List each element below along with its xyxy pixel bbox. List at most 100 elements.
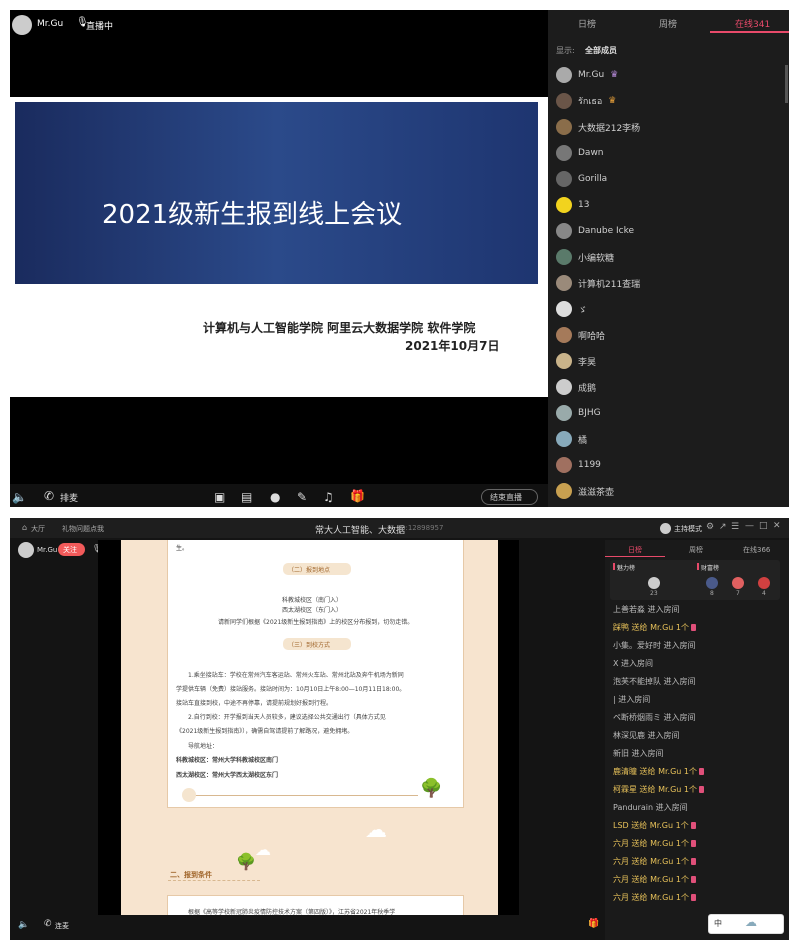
maximize-icon[interactable]: □: [759, 521, 768, 531]
home-icon[interactable]: ⌂: [22, 523, 27, 532]
music-icon[interactable]: ♫: [323, 490, 334, 504]
chat-message: 上善若淼 进入房间: [613, 604, 680, 615]
member-item[interactable]: Danube Icke: [556, 220, 634, 242]
chat-username[interactable]: 柯霖星: [613, 785, 637, 794]
follow-label: 关注: [63, 546, 77, 554]
avatar: [556, 249, 572, 265]
chat-username[interactable]: LSD: [613, 821, 629, 830]
top-streamer-avatar[interactable]: [12, 15, 32, 35]
bottom-tab-online[interactable]: 在线366: [743, 545, 770, 555]
close-icon[interactable]: ✕: [773, 521, 781, 531]
member-item[interactable]: BJHG: [556, 402, 601, 424]
chat-message: 六月 送给 Mr.Gu 1个: [613, 874, 696, 885]
doc-text: 《2021级新生报到指南》），确需自驾请提前了解路况，避免拥堵。: [176, 728, 354, 735]
tab-weekly[interactable]: 周榜: [659, 17, 677, 30]
member-name: 小编软糖: [578, 253, 615, 264]
phone-icon[interactable]: ✆: [44, 489, 54, 503]
member-item[interactable]: Gorilla: [556, 168, 607, 190]
volume-icon[interactable]: 🔈: [12, 490, 27, 504]
member-name: 啊哈哈: [578, 331, 606, 342]
avatar: [556, 171, 572, 187]
charm-rank-label[interactable]: 魅力榜: [617, 563, 635, 572]
settings-icon[interactable]: ⚙: [706, 522, 714, 532]
member-item[interactable]: 滋滋茶壶: [556, 480, 614, 502]
bottom-tab-weekly[interactable]: 周榜: [689, 545, 703, 555]
bottom-streamer-avatar[interactable]: [18, 542, 34, 558]
chat-username[interactable]: 泡芙不能掉队: [613, 677, 661, 686]
nav-gift-records[interactable]: 礼物问题点我: [62, 524, 104, 534]
host-mode[interactable]: 主持模式: [674, 524, 702, 534]
gift-icon: [691, 894, 696, 901]
cloud-icon: ☁: [255, 840, 271, 859]
top-mic-label[interactable]: 排麦: [60, 491, 78, 504]
chat-username[interactable]: 六月: [613, 857, 629, 866]
member-item[interactable]: 大数据212李杨: [556, 116, 640, 138]
section-title-conditions: 二、报到条件: [170, 871, 212, 879]
screen-share-icon[interactable]: ▤: [241, 490, 252, 504]
chat-username[interactable]: 六月: [613, 893, 629, 902]
member-item[interactable]: ゞ: [556, 298, 587, 320]
chat-message: 六月 送给 Mr.Gu 1个: [613, 838, 696, 849]
chat-username[interactable]: Pandurain: [613, 803, 653, 812]
menu-icon[interactable]: ☰: [731, 522, 739, 532]
tab-online[interactable]: 在线341: [735, 17, 770, 30]
host-avatar: [660, 523, 671, 534]
member-item[interactable]: 13: [556, 194, 589, 216]
chat-text: 进入房间: [653, 803, 688, 812]
minimize-icon[interactable]: —: [745, 521, 754, 531]
chat-text: 进入房间: [645, 731, 680, 740]
microphone-icon[interactable]: ●: [270, 490, 280, 504]
chat-username[interactable]: ペ断桥烟雨ミ: [613, 713, 661, 722]
member-item[interactable]: 橘: [556, 428, 587, 450]
chat-username[interactable]: 鹿清瞳: [613, 767, 637, 776]
member-scrollbar[interactable]: [785, 65, 788, 103]
filter-value[interactable]: 全部成员: [585, 45, 617, 56]
member-item[interactable]: Dawn: [556, 142, 604, 164]
chat-username[interactable]: 上善若淼: [613, 605, 645, 614]
chat-username[interactable]: 林深见鹿: [613, 731, 645, 740]
bottom-tab-daily[interactable]: 日榜: [628, 545, 642, 555]
bottom-tab-daily-underline: [605, 556, 665, 557]
bottom-gift-icon[interactable]: 🎁: [588, 919, 599, 929]
chat-text: 进入房间: [615, 695, 651, 704]
member-item[interactable]: 成鹅: [556, 376, 596, 398]
section-title-transport: （三）到校方式: [288, 642, 331, 649]
avatar: [556, 379, 572, 395]
member-item[interactable]: 计算机211查瑞: [556, 272, 640, 294]
tab-daily[interactable]: 日榜: [578, 17, 596, 30]
avatar: [732, 577, 744, 589]
member-name: 滋滋茶壶: [578, 487, 615, 498]
doc-text: 西太湖校区（东门入）: [282, 607, 343, 614]
admin-badge-icon: ♛: [608, 96, 617, 106]
member-item[interactable]: 啊哈哈: [556, 324, 605, 346]
edit-icon[interactable]: ✎: [297, 490, 307, 504]
member-item[interactable]: 李昊: [556, 350, 596, 372]
avatar: [758, 577, 770, 589]
member-item[interactable]: Mr.Gu ♛: [556, 64, 618, 86]
camera-off-icon[interactable]: ▣: [214, 490, 225, 504]
chat-message: ペ断桥烟雨ミ 进入房间: [613, 712, 696, 723]
member-name: 计算机211查瑞: [578, 279, 641, 290]
avatar: [648, 577, 660, 589]
member-item[interactable]: รักเธอ ♛: [556, 90, 616, 112]
chat-username[interactable]: 新旧: [613, 749, 629, 758]
chat-text: 送给 Mr.Gu 1个: [629, 623, 689, 632]
chat-username[interactable]: 六月: [613, 875, 629, 884]
chat-username[interactable]: 踩鸭: [613, 623, 629, 632]
chat-message: LSD 送给 Mr.Gu 1个: [613, 820, 696, 831]
member-name: Dawn: [578, 148, 604, 158]
wealth-count: 7: [736, 590, 740, 597]
connect-mic-label[interactable]: 连麦: [55, 921, 69, 931]
popout-icon[interactable]: ↗: [719, 522, 727, 532]
chat-username[interactable]: 小集。爱好时: [613, 641, 661, 650]
bottom-volume-icon[interactable]: 🔈: [18, 920, 29, 930]
chat-username[interactable]: 六月: [613, 839, 629, 848]
member-item[interactable]: 小编软糖: [556, 246, 614, 268]
member-name: Gorilla: [578, 174, 608, 184]
member-item[interactable]: 1199: [556, 454, 601, 476]
wealth-rank-label[interactable]: 财富榜: [701, 563, 719, 572]
nav-home[interactable]: 大厅: [31, 524, 45, 534]
chat-message: | 进入房间: [613, 694, 650, 705]
gift-icon[interactable]: 🎁: [350, 489, 365, 503]
bottom-phone-icon[interactable]: ✆: [44, 919, 52, 929]
